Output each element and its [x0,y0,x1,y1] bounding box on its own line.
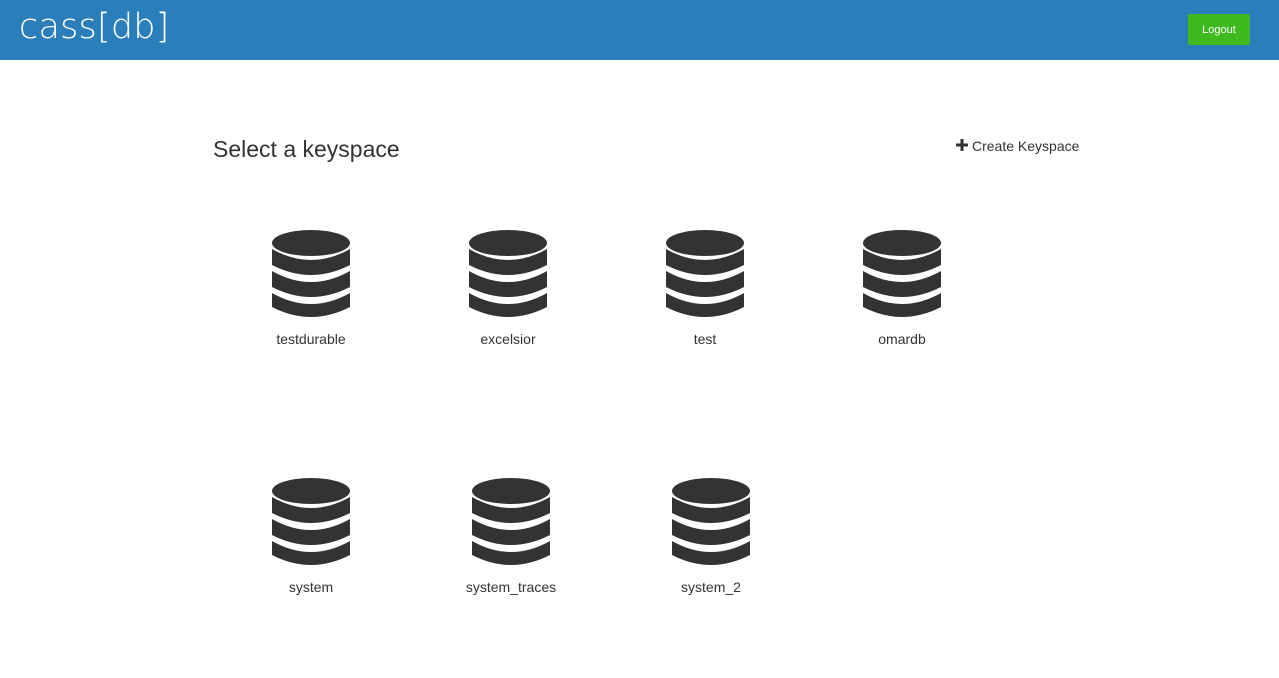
database-icon [272,230,350,317]
database-icon [666,230,744,317]
create-keyspace-label: Create Keyspace [972,138,1080,154]
database-icon [272,478,350,565]
keyspace-label: system_traces [465,579,557,595]
keyspace-item-system-traces[interactable]: system_traces [441,477,581,595]
logout-button[interactable]: Logout [1188,14,1250,45]
top-navbar: cass[db] Logout [0,0,1279,60]
database-icon [469,230,547,317]
keyspace-item-test[interactable]: test [635,229,775,347]
keyspace-item-system-2[interactable]: system_2 [641,477,781,595]
keyspace-label: omardb [878,331,926,347]
keyspace-label: excelsior [480,331,536,347]
keyspace-label: system_2 [681,579,741,595]
keyspace-item-system[interactable]: system [241,477,381,595]
keyspace-label: test [693,331,717,347]
database-icon [863,230,941,317]
keyspace-label: testdurable [276,331,346,347]
keyspace-item-excelsior[interactable]: excelsior [438,229,578,347]
keyspace-item-testdurable[interactable]: testdurable [241,229,381,347]
brand-logo[interactable]: cass[db] [19,6,170,48]
keyspace-label: system [288,579,334,595]
page-title: Select a keyspace [213,136,400,162]
database-icon [672,478,750,565]
create-keyspace-link[interactable]: Create Keyspace [956,138,1079,154]
plus-icon [956,139,968,151]
database-icon [472,478,550,565]
keyspace-item-omardb[interactable]: omardb [832,229,972,347]
